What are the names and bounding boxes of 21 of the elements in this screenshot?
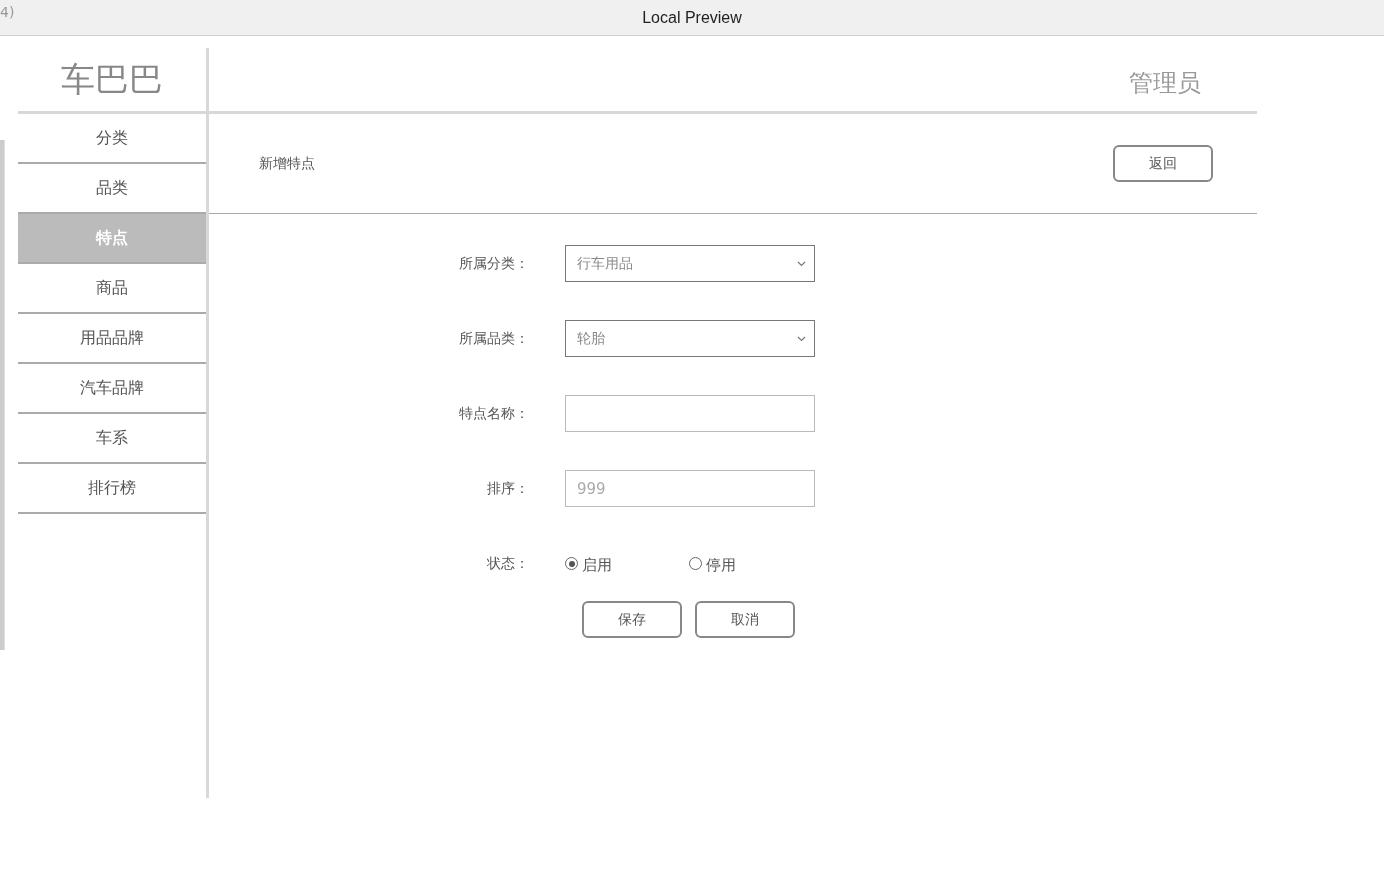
- input-field[interactable]: [565, 395, 815, 432]
- page-title: 新增特点: [259, 154, 315, 173]
- cancel-button[interactable]: 取消: [695, 601, 795, 638]
- select-field[interactable]: 轮胎: [565, 320, 815, 357]
- save-button[interactable]: 保存: [582, 601, 682, 638]
- radio-label: 停用: [706, 555, 736, 575]
- field-label: 状态：: [486, 554, 529, 573]
- chevron-down-icon: [797, 260, 806, 267]
- field-label: 特点名称：: [458, 404, 529, 423]
- field-label: 所属分类：: [458, 254, 529, 273]
- title-fragment: 4): [0, 4, 15, 20]
- field-label: 排序：: [486, 479, 529, 498]
- select-field[interactable]: 行车用品: [565, 245, 815, 282]
- radio-label: 启用: [582, 555, 612, 575]
- user-name: 管理员: [1129, 67, 1201, 99]
- back-button[interactable]: 返回: [1113, 145, 1213, 182]
- field-label: 所属品类：: [458, 329, 529, 348]
- chevron-down-icon: [797, 335, 806, 342]
- input-field[interactable]: 999: [565, 470, 815, 507]
- scrollbar[interactable]: [0, 140, 5, 650]
- window-title: Local Preview: [642, 8, 742, 27]
